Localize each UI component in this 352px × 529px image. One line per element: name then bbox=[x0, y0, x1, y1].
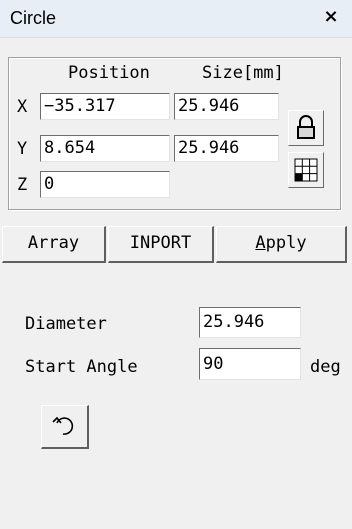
position-z-field[interactable]: 0 bbox=[40, 171, 170, 198]
diameter-field[interactable]: 25.946 bbox=[199, 307, 301, 338]
import-button[interactable]: INPORT bbox=[108, 226, 214, 263]
apply-button[interactable]: Apply bbox=[216, 226, 347, 263]
apply-label: pply bbox=[265, 233, 307, 253]
window-title: Circle bbox=[10, 8, 57, 28]
anchor-grid-button[interactable] bbox=[288, 152, 324, 188]
start-angle-label: Start Angle bbox=[25, 357, 138, 377]
array-button[interactable]: Array bbox=[2, 226, 106, 263]
diameter-label: Diameter bbox=[25, 314, 107, 334]
size-header: Size[mm] bbox=[202, 63, 284, 83]
lock-aspect-button[interactable] bbox=[288, 110, 324, 146]
apply-mnemonic: A bbox=[255, 233, 266, 253]
start-angle-unit: deg bbox=[310, 357, 341, 377]
size-y-field[interactable]: 25.946 bbox=[174, 135, 279, 162]
close-button[interactable]: × bbox=[320, 6, 342, 28]
size-x-field[interactable]: 25.946 bbox=[174, 93, 279, 120]
circle-properties-panel: Circle × Position Size[mm] X Y Z −35.317… bbox=[0, 0, 352, 529]
position-y-field[interactable]: 8.654 bbox=[40, 135, 170, 162]
axis-label-y: Y bbox=[17, 139, 28, 159]
anchor-grid-icon bbox=[294, 158, 318, 182]
position-x-field[interactable]: −35.317 bbox=[40, 93, 170, 120]
position-header: Position bbox=[68, 63, 150, 83]
start-angle-field[interactable]: 90 bbox=[199, 348, 301, 380]
title-bar: Circle × bbox=[0, 0, 352, 38]
rotate-clockwise-icon bbox=[52, 416, 74, 435]
lock-icon bbox=[297, 115, 315, 139]
axis-label-z: Z bbox=[17, 175, 28, 195]
rotation-direction-button[interactable] bbox=[41, 405, 89, 449]
axis-label-x: X bbox=[17, 97, 28, 117]
